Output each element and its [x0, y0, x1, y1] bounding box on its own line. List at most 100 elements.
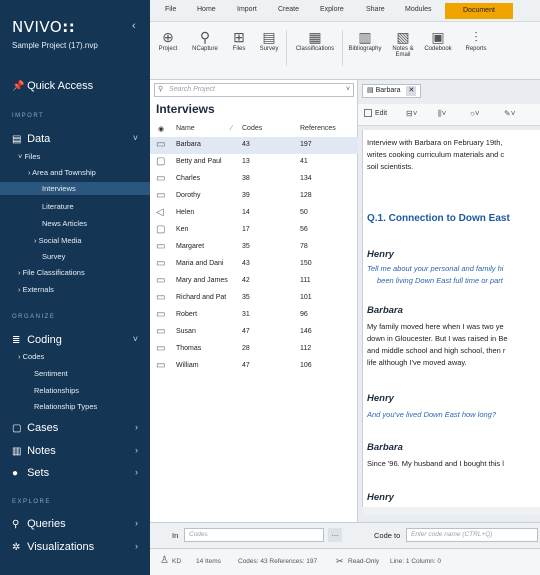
- code-to-label: Code to: [374, 531, 401, 540]
- document-icon: ▭: [156, 173, 166, 184]
- bibliography-icon: ▥: [358, 29, 372, 45]
- column-references[interactable]: References: [300, 125, 336, 132]
- edit-button[interactable]: Edit: [364, 109, 387, 117]
- pin-icon: 📌: [12, 81, 25, 92]
- sidebar-item-externals[interactable]: › Externals: [18, 285, 54, 294]
- table-row[interactable]: ◁ Helen 14 50: [150, 205, 358, 222]
- sidebar-item-coding[interactable]: ≣ Coding ˅: [12, 334, 142, 346]
- chevron-down-icon[interactable]: ˅: [346, 84, 350, 96]
- sidebar-item-file-classifications[interactable]: › File Classifications: [18, 268, 85, 277]
- sidebar-item-relationship-types[interactable]: Relationship Types: [34, 402, 97, 411]
- table-row[interactable]: ▭ Mary and James 42 111: [150, 273, 358, 290]
- sidebar-item-news-articles[interactable]: News Articles: [42, 219, 87, 228]
- tab-share[interactable]: Share: [366, 6, 385, 13]
- table-row[interactable]: ▭ Barbara 43 197: [150, 137, 358, 154]
- sidebar-item-files[interactable]: ˅ Files: [18, 152, 40, 161]
- sidebar-item-queries[interactable]: ⚲ Queries ›: [12, 518, 142, 530]
- document-icon: ▭: [156, 343, 166, 354]
- doc-line: soil scientists.: [367, 162, 414, 171]
- tab-create[interactable]: Create: [278, 6, 299, 13]
- sidebar-item-relationships[interactable]: Relationships: [34, 386, 79, 395]
- sidebar-item-sentiment[interactable]: Sentiment: [34, 369, 68, 378]
- bibliography-button[interactable]: ▥ Bibliography: [346, 28, 384, 52]
- table-row[interactable]: ▢ Betty and Paul 13 41: [150, 154, 358, 171]
- survey-button[interactable]: ▤ Survey: [256, 28, 282, 52]
- sidebar-item-codes[interactable]: › Codes: [18, 352, 44, 361]
- sidebar-item-interviews[interactable]: Interviews: [0, 182, 150, 195]
- sidebar-item-notes[interactable]: ▥ Notes ›: [12, 445, 142, 457]
- column-codes[interactable]: Codes: [242, 125, 262, 132]
- column-name[interactable]: Name: [176, 125, 195, 132]
- ncapture-button[interactable]: ⚲ NCapture: [188, 28, 222, 52]
- table-row[interactable]: ▭ Richard and Pat 35 101: [150, 290, 358, 307]
- table-row[interactable]: ▭ Dorothy 39 128: [150, 188, 358, 205]
- sidebar-item-survey[interactable]: Survey: [42, 252, 65, 261]
- table-row[interactable]: ▭ Susan 47 146: [150, 324, 358, 341]
- stripes-icon[interactable]: ⫼˅: [438, 109, 446, 119]
- ribbon-tabs: File Home Import Create Explore Share Mo…: [150, 0, 540, 22]
- tab-document[interactable]: Document: [445, 3, 513, 19]
- tab-import[interactable]: Import: [237, 6, 257, 13]
- classifications-button[interactable]: ▦ Classifications: [290, 28, 340, 52]
- sidebar-item-cases[interactable]: ▢ Cases ›: [12, 422, 142, 434]
- files-icon: ⊞: [233, 29, 245, 45]
- close-icon[interactable]: ✕: [406, 86, 417, 96]
- doc-question: Tell me about your personal and family h…: [367, 264, 504, 273]
- horizontal-scrollbar[interactable]: [362, 507, 540, 515]
- document-icon: ▭: [156, 139, 166, 150]
- sidebar-item-area-township[interactable]: › Area and Township: [28, 168, 96, 177]
- add-icon: ⊕: [162, 29, 174, 45]
- files-button[interactable]: ⊞ Files: [228, 28, 250, 52]
- table-row[interactable]: ▭ Thomas 28 112: [150, 341, 358, 358]
- doc-line: writes cooking curriculum materials and …: [367, 150, 505, 159]
- document-tab[interactable]: ▤ Barbara ✕: [362, 84, 422, 98]
- row-codes: 39: [242, 192, 250, 199]
- row-name: Richard and Pat: [176, 294, 227, 301]
- sidebar-item-literature[interactable]: Literature: [42, 202, 74, 211]
- collapse-sidebar-button[interactable]: ‹: [132, 20, 136, 32]
- doc-line: Interview with Barbara on February 19th,: [367, 138, 503, 147]
- user-initials: KD: [172, 558, 182, 565]
- speaker-name: Henry: [367, 393, 394, 404]
- sidebar-item-sets[interactable]: ● Sets ›: [12, 467, 142, 479]
- sidebar-item-visualizations[interactable]: ✲ Visualizations ›: [12, 541, 142, 553]
- table-row[interactable]: ▭ Robert 31 96: [150, 307, 358, 324]
- file-list-pane: ⚲ Search Project ˅ Interviews ◉ Name ⁄ Cod…: [150, 80, 358, 522]
- row-name: William: [176, 362, 199, 369]
- row-codes: 47: [242, 328, 250, 335]
- tab-modules[interactable]: Modules: [405, 6, 431, 13]
- code-to-input[interactable]: Enter code name (CTRL+Q): [406, 528, 538, 542]
- table-row[interactable]: ▭ William 47 106: [150, 358, 358, 375]
- notes-email-button[interactable]: ▧ Notes & Email: [390, 28, 416, 58]
- document-content[interactable]: Interview with Barbara on February 19th,…: [362, 130, 540, 515]
- highlight-icon[interactable]: ○˅: [470, 109, 480, 118]
- row-references: 96: [300, 311, 308, 318]
- table-row[interactable]: ▭ Margaret 35 78: [150, 239, 358, 256]
- speaker-name: Barbara: [367, 305, 403, 316]
- in-codes-input[interactable]: Codes: [184, 528, 324, 542]
- project-button[interactable]: ⊕ Project: [156, 28, 180, 52]
- select-all-icon[interactable]: ◉: [158, 125, 164, 133]
- search-project-input[interactable]: ⚲ Search Project ˅: [154, 83, 354, 97]
- document-icon: ▭: [156, 309, 166, 320]
- row-references: 106: [300, 362, 312, 369]
- reports-button[interactable]: ⫶ Reports: [462, 28, 490, 52]
- row-codes: 43: [242, 260, 250, 267]
- table-row[interactable]: ▭ Charles 38 134: [150, 171, 358, 188]
- tab-explore[interactable]: Explore: [320, 6, 344, 13]
- table-row[interactable]: ▢ Ken 17 56: [150, 222, 358, 239]
- pen-icon[interactable]: ✎˅: [504, 109, 515, 118]
- table-row[interactable]: ▭ Maria and Dani 43 150: [150, 256, 358, 273]
- sidebar-item-social-media[interactable]: › Social Media: [34, 236, 82, 245]
- quick-access[interactable]: 📌 Quick Access: [12, 80, 93, 92]
- sidebar-item-data[interactable]: ▤ Data ˅: [12, 133, 142, 145]
- annotation-icon[interactable]: ⊟˅: [406, 109, 417, 118]
- audio-icon: ◁: [156, 207, 164, 218]
- row-codes: 31: [242, 311, 250, 318]
- sort-icon: ⁄: [231, 125, 233, 132]
- tab-home[interactable]: Home: [197, 6, 216, 13]
- row-name: Susan: [176, 328, 196, 335]
- tab-file[interactable]: File: [165, 6, 176, 13]
- codebook-button[interactable]: ▣ Codebook: [422, 28, 454, 52]
- more-button[interactable]: ...: [328, 528, 342, 542]
